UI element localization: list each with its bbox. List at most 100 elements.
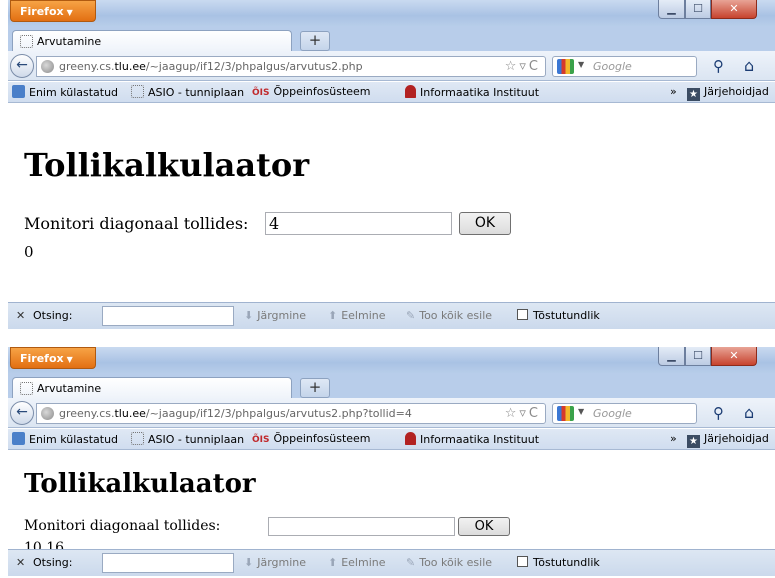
chevron-down-icon[interactable]: ▿ <box>519 59 529 74</box>
back-button[interactable]: ← <box>10 401 34 425</box>
match-case-label: Tõstutundlik <box>533 556 600 569</box>
highlight-all-button[interactable]: ✎ Too kõik esile <box>406 556 492 569</box>
institute-icon <box>405 432 416 445</box>
inches-input[interactable] <box>265 212 452 235</box>
close-icon[interactable]: ✕ <box>16 309 25 322</box>
url-bar[interactable]: greeny.cs.tlu.ee/~jaagup/if12/3/phpalgus… <box>36 56 546 77</box>
find-input[interactable] <box>102 306 234 326</box>
bookmarks-toolbar: Enim külastatud ASIO - tunniplaan ÕIS Õpp… <box>8 82 775 103</box>
url-prefix: greeny.cs. <box>59 60 115 73</box>
back-button[interactable]: ← <box>10 54 34 78</box>
match-case-checkbox[interactable]: Tõstutundlik <box>517 309 600 322</box>
match-case-checkbox[interactable]: Tõstutundlik <box>517 556 600 569</box>
find-previous-button[interactable]: ⬆ Eelmine <box>328 556 386 569</box>
url-path: /~jaagup/if12/3/phpalgus/arvutus2.php?to… <box>145 407 412 420</box>
home-icon[interactable]: ⌂ <box>744 56 754 75</box>
page-title: Tollikalkulaator <box>24 146 310 184</box>
ok-button[interactable]: OK <box>459 212 511 235</box>
bookmarks-folder[interactable]: ★ Järjehoidjad <box>687 85 769 101</box>
bookmark-informaatika[interactable]: Informaatika Instituut <box>405 85 539 99</box>
chevron-down-icon: ▼ <box>66 355 73 364</box>
bookmarks-overflow-chevron[interactable]: » <box>670 85 677 98</box>
new-tab-button[interactable]: + <box>300 378 330 398</box>
most-visited-icon <box>12 85 25 98</box>
page-icon <box>20 35 33 48</box>
find-bar: ✕ Otsing: ⬇ Järgmine ⬆ Eelmine ✎ Too kõik e… <box>8 302 775 329</box>
bookmarks-folder[interactable]: ★ Järjehoidjad <box>687 432 769 448</box>
inches-input[interactable] <box>268 517 455 536</box>
magnifier-icon[interactable]: ⚲ <box>713 57 724 75</box>
tab-arvutamine[interactable]: Arvutamine <box>12 377 292 399</box>
search-placeholder: Google <box>593 407 632 420</box>
page-icon <box>131 432 144 445</box>
star-icon: ★ <box>687 435 700 448</box>
firefox-menu-button[interactable]: Firefox ▼ <box>10 0 96 22</box>
bookmarks-folder-label: Järjehoidjad <box>704 85 769 98</box>
down-arrow-icon: ⬇ <box>244 556 254 569</box>
pencil-icon: ✎ <box>406 556 416 569</box>
chevron-down-icon: ▼ <box>66 8 73 17</box>
checkbox-box <box>517 556 528 567</box>
search-placeholder: Google <box>593 60 632 73</box>
tab-strip: Arvutamine + <box>8 26 775 52</box>
highlight-all-button[interactable]: ✎ Too kõik esile <box>406 309 492 322</box>
new-tab-button[interactable]: + <box>300 31 330 51</box>
star-icon[interactable]: ☆ <box>505 59 520 74</box>
bookmarks-overflow-chevron[interactable]: » <box>670 432 677 445</box>
bookmark-most-visited[interactable]: Enim külastatud <box>12 85 118 99</box>
bookmarks-folder-label: Järjehoidjad <box>704 432 769 445</box>
bookmark-asio[interactable]: ASIO - tunniplaan <box>131 85 244 99</box>
star-icon[interactable]: ☆ <box>505 406 520 421</box>
reload-icon[interactable]: C <box>529 406 541 421</box>
bookmark-informaatika[interactable]: Informaatika Instituut <box>405 432 539 446</box>
title-bar: Firefox ▼ ▁ ☐ ✕ <box>8 347 775 373</box>
bookmark-asio[interactable]: ASIO - tunniplaan <box>131 432 244 446</box>
navigation-toolbar: ← greeny.cs.tlu.ee/~jaagup/if12/3/phpalg… <box>8 51 775 81</box>
down-arrow-icon: ⬇ <box>244 309 254 322</box>
find-previous-button[interactable]: ⬆ Eelmine <box>328 309 386 322</box>
star-icon: ★ <box>687 88 700 101</box>
firefox-menu-label: Firefox <box>20 352 64 365</box>
tab-title: Arvutamine <box>37 382 102 395</box>
find-previous-label: Eelmine <box>341 309 386 322</box>
find-next-button[interactable]: ⬇ Järgmine <box>244 309 306 322</box>
highlight-all-label: Too kõik esile <box>419 309 493 322</box>
magnifier-icon[interactable]: ⚲ <box>713 404 724 422</box>
page-content: Tollikalkulaator Monitori diagonaal toll… <box>8 104 775 302</box>
result-text: 0 <box>24 243 34 261</box>
search-bar[interactable]: ▼ Google <box>552 56 697 77</box>
close-window-button[interactable]: ✕ <box>711 347 757 366</box>
find-input[interactable] <box>102 553 234 573</box>
chevron-down-icon[interactable]: ▼ <box>578 407 584 416</box>
close-icon[interactable]: ✕ <box>16 556 25 569</box>
chevron-down-icon[interactable]: ▼ <box>578 60 584 69</box>
chevron-down-icon[interactable]: ▿ <box>519 406 529 421</box>
page-icon <box>131 85 144 98</box>
url-path: /~jaagup/if12/3/phpalgus/arvutus2.php <box>145 60 363 73</box>
bookmark-most-visited[interactable]: Enim külastatud <box>12 432 118 446</box>
bookmark-ois[interactable]: ÕIS Õppeinfosüsteem <box>252 432 371 445</box>
firefox-menu-button[interactable]: Firefox ▼ <box>10 347 96 369</box>
ok-button[interactable]: OK <box>458 517 510 536</box>
bookmark-ois[interactable]: ÕIS Õppeinfosüsteem <box>252 85 371 98</box>
reload-icon[interactable]: C <box>529 59 541 74</box>
maximize-button[interactable]: ☐ <box>685 347 711 366</box>
tab-title: Arvutamine <box>37 35 102 48</box>
find-next-button[interactable]: ⬇ Järgmine <box>244 556 306 569</box>
url-bar[interactable]: greeny.cs.tlu.ee/~jaagup/if12/3/phpalgus… <box>36 403 546 424</box>
tab-strip: Arvutamine + <box>8 373 775 399</box>
home-icon[interactable]: ⌂ <box>744 403 754 422</box>
find-bar: ✕ Otsing: ⬇ Järgmine ⬆ Eelmine ✎ Too kõik e… <box>8 549 775 576</box>
title-bar: Firefox ▼ ▁ ☐ ✕ <box>8 0 775 26</box>
tab-arvutamine[interactable]: Arvutamine <box>12 30 292 52</box>
bookmark-label: ASIO - tunniplaan <box>148 86 245 99</box>
ois-icon: ÕIS <box>252 88 270 98</box>
back-arrow-icon: ← <box>16 57 28 73</box>
search-bar[interactable]: ▼ Google <box>552 403 697 424</box>
close-window-button[interactable]: ✕ <box>711 0 757 19</box>
minimize-button[interactable]: ▁ <box>658 0 685 19</box>
maximize-button[interactable]: ☐ <box>685 0 711 19</box>
google-icon[interactable] <box>557 406 574 421</box>
google-icon[interactable] <box>557 59 574 74</box>
minimize-button[interactable]: ▁ <box>658 347 685 366</box>
